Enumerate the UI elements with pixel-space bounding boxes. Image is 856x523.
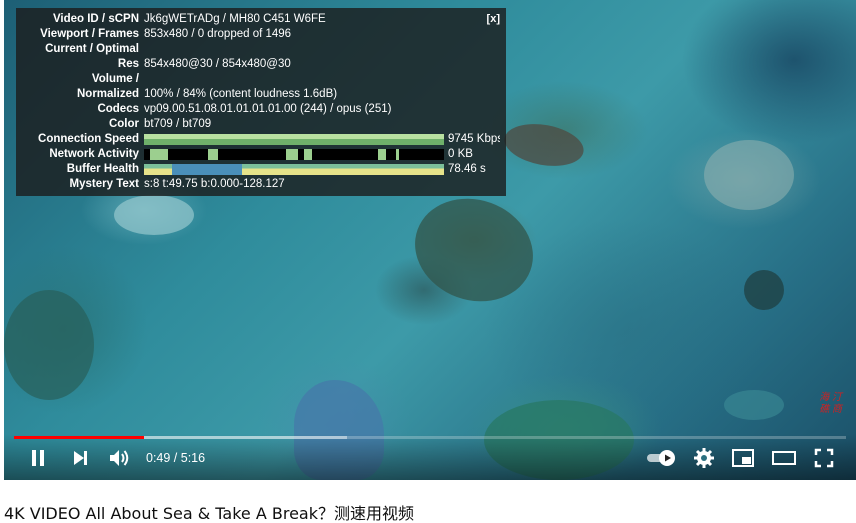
stats-value: 854x480@30 / 854x480@30 [144,58,291,70]
graph-segment [396,149,399,160]
stats-row: Codecs vp09.00.51.08.01.01.01.01.00 (244)… [22,102,500,117]
stats-label: Res [117,58,139,70]
graph-segment [286,149,298,160]
progress-played [14,436,144,439]
stats-value: Jk6gWETrADg / MH80 C451 W6FE [144,13,326,25]
stats-row-connection-speed: Connection Speed 9745 Kbps [22,132,500,147]
autoplay-toggle-icon [647,450,675,466]
stats-row-mystery-text: Mystery Text s:8 t:49.75 b:0.000-128.127 [22,177,500,192]
pause-icon [32,450,44,466]
stats-value: s:8 t:49.75 b:0.000-128.127 [144,178,285,190]
buffer-health-graph [144,164,444,175]
channel-watermark: 海 汀 礁 商 [819,392,842,416]
watermark-line: 海 汀 [819,392,842,403]
stats-row-buffer-health: Buffer Health 78.46 s [22,162,500,177]
stats-for-nerds-panel: [x] Video ID / sCPN Jk6gWETrADg / MH80 C4… [16,8,506,196]
watermark-line: 礁 商 [819,404,842,415]
stats-row: Current / Optimal [22,42,500,57]
stats-label: Network Activity [49,148,139,160]
theater-mode-button[interactable] [768,446,800,470]
stats-value: 78.46 s [448,163,486,175]
next-icon [74,451,87,465]
stats-value: vp09.00.51.08.01.01.01.01.00 (244) / opu… [144,103,392,115]
stats-value: 853x480 / 0 dropped of 1496 [144,28,292,40]
connection-speed-graph [144,134,444,145]
video-title: 4K VIDEO All About Sea & Take A Break？测速… [4,504,415,523]
theater-mode-icon [772,451,796,465]
stats-row: Viewport / Frames 853x480 / 0 dropped of … [22,27,500,42]
coral-shape [4,290,94,400]
stats-row: Res 854x480@30 / 854x480@30 [22,57,500,72]
stats-label: Volume / [91,73,139,85]
stats-row-network-activity: Network Activity 0 KB [22,147,500,162]
stats-value [144,72,500,87]
progress-bar[interactable] [14,436,846,439]
stats-label: Viewport / Frames [40,28,139,40]
stats-value: 0 KB [448,148,473,160]
coral-shape [744,270,784,310]
network-activity-graph [144,149,444,160]
fullscreen-button[interactable] [810,446,838,470]
graph-segment [304,149,312,160]
graph-segment [172,164,242,175]
volume-icon [110,450,129,466]
stats-label: Mystery Text [69,178,139,190]
stats-value: 100% / 84% (content loudness 1.6dB) [144,88,338,100]
turtle-flipper-shape [501,118,587,172]
stats-label: Color [108,118,139,130]
time-display: 0:49 / 5:16 [146,451,206,465]
stats-value [144,42,500,57]
stats-label: Connection Speed [38,133,139,145]
miniplayer-icon [732,449,754,467]
stats-close-button[interactable]: [x] [487,12,500,27]
stats-label: Buffer Health [66,163,139,175]
stats-value: bt709 / bt709 [144,118,212,130]
turtle-shell-shape [400,182,548,318]
settings-button[interactable] [690,446,718,470]
autoplay-toggle[interactable] [644,446,680,470]
settings-gear-icon [694,448,714,468]
fullscreen-icon [814,448,834,468]
stats-row: Normalized 100% / 84% (content loudness 1… [22,87,500,102]
stats-label: Codecs [97,103,139,115]
coral-shape [114,195,194,235]
stats-row: Volume / [22,72,500,87]
stats-label: Current / Optimal [45,43,139,55]
graph-segment [150,149,168,160]
coral-shape [704,140,794,210]
stats-label: Normalized [77,88,139,100]
video-player[interactable]: [x] Video ID / sCPN Jk6gWETrADg / MH80 C4… [4,0,856,480]
graph-segment [208,149,218,160]
miniplayer-button[interactable] [728,446,758,470]
next-button[interactable] [66,446,94,470]
coral-shape [724,390,784,420]
pause-button[interactable] [24,446,52,470]
graph-segment [378,149,386,160]
stats-value: 9745 Kbps [448,133,500,145]
stats-row: Color bt709 / bt709 [22,117,500,132]
volume-button[interactable] [104,446,134,470]
stats-label: Video ID / sCPN [52,13,139,25]
stats-row: Video ID / sCPN Jk6gWETrADg / MH80 C451 W… [22,12,500,27]
